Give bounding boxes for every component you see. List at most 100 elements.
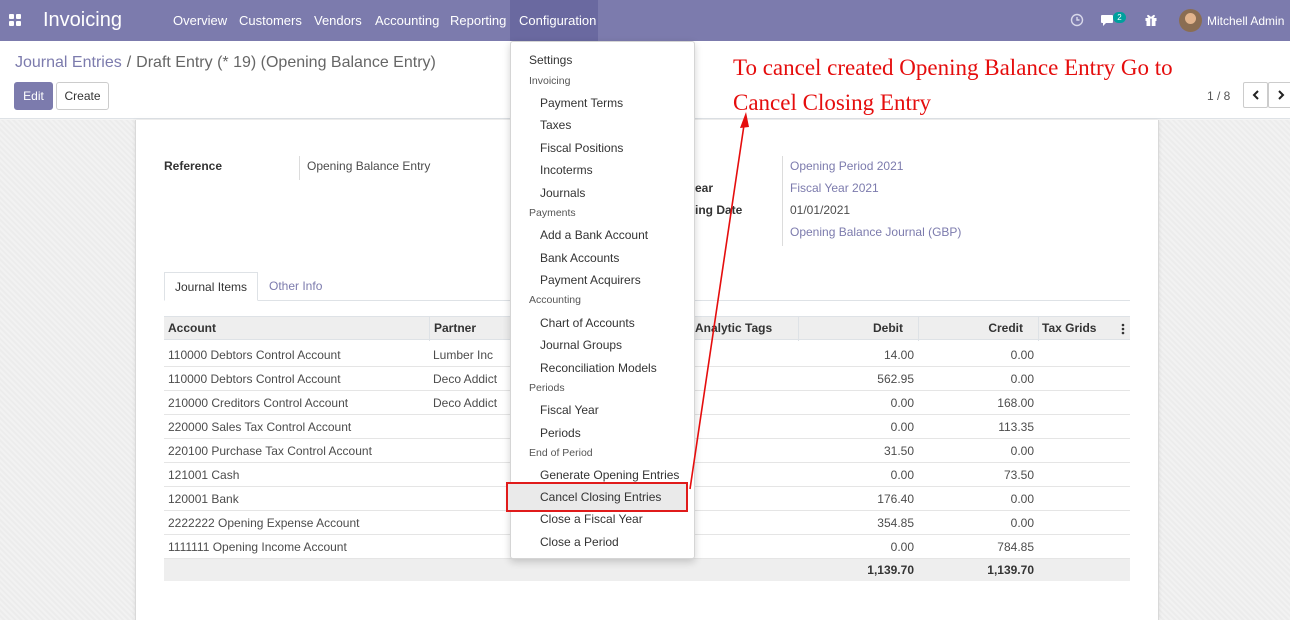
menu-payment-terms[interactable]: Payment Terms [511, 96, 694, 110]
section-invoicing: Invoicing [529, 75, 571, 87]
menu-cancel-closing-entries[interactable]: Cancel Closing Entries [511, 490, 694, 504]
menu-periods[interactable]: Periods [511, 426, 694, 440]
reference-label: Reference [164, 159, 223, 173]
fiscal-year-value[interactable]: Fiscal Year 2021 [790, 181, 879, 195]
menu-customers[interactable]: Customers [231, 0, 310, 41]
cell-partner: Lumber Inc [433, 348, 494, 362]
fiscal-year-label: ear [695, 181, 714, 195]
breadcrumb-separator: / [126, 54, 132, 71]
cell-debit: 14.00 [883, 348, 914, 362]
cell-account: 220100 Purchase Tax Control Account [168, 444, 372, 458]
menu-bank-accounts[interactable]: Bank Accounts [511, 251, 694, 265]
apps-grid-icon[interactable] [9, 14, 21, 26]
journal-value[interactable]: Opening Balance Journal (GBP) [790, 225, 961, 239]
cell-account: 1111111 Opening Income Account [168, 540, 347, 554]
gift-icon[interactable] [1144, 13, 1158, 27]
cell-debit: 31.50 [883, 444, 914, 458]
field-divider-right [782, 156, 783, 246]
tab-other-info[interactable]: Other Info [259, 272, 332, 301]
menu-fiscal-positions[interactable]: Fiscal Positions [511, 141, 694, 155]
breadcrumb: Journal Entries / Draft Entry (* 19) (Open… [15, 54, 436, 72]
cell-credit: 113.35 [998, 420, 1034, 434]
menu-payment-acquirers[interactable]: Payment Acquirers [511, 273, 694, 287]
edit-button[interactable]: Edit [14, 82, 53, 110]
cell-debit: 354.85 [877, 516, 914, 530]
menu-close-fiscal-year[interactable]: Close a Fiscal Year [511, 512, 694, 526]
total-credit: 1,139.70 [987, 563, 1034, 577]
menu-taxes[interactable]: Taxes [511, 118, 694, 132]
cell-debit: 0.00 [890, 420, 914, 434]
col-tax-grids[interactable]: Tax Grids [1042, 317, 1096, 341]
cell-debit: 0.00 [890, 468, 914, 482]
cell-account: 210000 Creditors Control Account [168, 396, 349, 410]
cell-credit: 0.00 [1010, 444, 1034, 458]
col-credit[interactable]: Credit [918, 317, 1023, 341]
cell-account: 110000 Debtors Control Account [168, 348, 341, 362]
period-value[interactable]: Opening Period 2021 [790, 159, 903, 173]
col-divider [1038, 317, 1039, 341]
col-debit[interactable]: Debit [798, 317, 903, 341]
cell-debit: 176.40 [877, 492, 914, 506]
menu-reporting[interactable]: Reporting [442, 0, 514, 41]
chevron-right-icon [1277, 90, 1284, 100]
cell-partner: Deco Addict [433, 396, 498, 410]
total-debit: 1,139.70 [867, 563, 914, 577]
cell-account: 2222222 Opening Expense Account [168, 516, 360, 530]
menu-overview[interactable]: Overview [165, 0, 235, 41]
section-payments: Payments [529, 207, 576, 219]
app-brand[interactable]: Invoicing [43, 9, 122, 32]
section-accounting: Accounting [529, 294, 581, 306]
cell-credit: 73.50 [1003, 468, 1034, 482]
cell-credit: 0.00 [1010, 372, 1034, 386]
cell-credit: 0.00 [1010, 516, 1034, 530]
col-analytic-tags[interactable]: Analytic Tags [695, 317, 772, 341]
clock-icon[interactable] [1070, 13, 1084, 27]
reference-value[interactable]: Opening Balance Entry [307, 159, 430, 173]
menu-add-bank-account[interactable]: Add a Bank Account [511, 228, 694, 242]
col-partner[interactable]: Partner [434, 317, 476, 341]
cell-credit: 0.00 [1010, 348, 1034, 362]
column-options-icon[interactable] [1121, 323, 1125, 335]
tab-journal-items[interactable]: Journal Items [164, 272, 259, 301]
breadcrumb-journal-entries[interactable]: Journal Entries [15, 54, 122, 71]
cell-account: 110000 Debtors Control Account [168, 372, 341, 386]
section-end-of-period: End of Period [529, 447, 593, 459]
menu-incoterms[interactable]: Incoterms [511, 163, 694, 177]
menu-journal-groups[interactable]: Journal Groups [511, 338, 694, 352]
menu-vendors[interactable]: Vendors [306, 0, 370, 41]
annotation-line-2: Cancel Closing Entry [733, 90, 932, 115]
opening-date-label: ing Date [695, 203, 743, 217]
menu-chart-of-accounts[interactable]: Chart of Accounts [511, 316, 694, 330]
table-totals: 1,139.70 1,139.70 [164, 559, 1130, 581]
menu-fiscal-year[interactable]: Fiscal Year [511, 403, 694, 417]
user-name[interactable]: Mitchell Admin [1207, 14, 1284, 28]
menu-close-period[interactable]: Close a Period [511, 535, 694, 549]
cell-credit: 168.00 [997, 396, 1034, 410]
cell-account: 220000 Sales Tax Control Account [168, 420, 352, 434]
annotation-text: To cancel created Opening Balance Entry … [733, 50, 1253, 120]
col-account[interactable]: Account [168, 317, 216, 341]
cell-partner: Deco Addict [433, 372, 498, 386]
user-avatar[interactable] [1179, 9, 1202, 32]
annotation-line-1: To cancel created Opening Balance Entry … [733, 55, 1173, 80]
pager-next-button[interactable] [1268, 82, 1290, 108]
menu-accounting[interactable]: Accounting [367, 0, 447, 41]
cell-debit: 0.00 [890, 396, 914, 410]
cell-credit: 0.00 [1010, 492, 1034, 506]
section-periods: Periods [529, 382, 565, 394]
breadcrumb-current: Draft Entry (* 19) (Opening Balance Entr… [136, 54, 436, 71]
menu-configuration[interactable]: Configuration [510, 0, 598, 41]
cell-debit: 0.00 [890, 540, 914, 554]
chat-badge: 2 [1113, 12, 1126, 23]
col-divider [429, 317, 430, 341]
create-button[interactable]: Create [56, 82, 109, 110]
cell-account: 121001 Cash [168, 468, 240, 482]
opening-date-value[interactable]: 01/01/2021 [790, 203, 850, 217]
menu-journals[interactable]: Journals [511, 186, 694, 200]
cell-account: 120001 Bank [168, 492, 239, 506]
menu-reconciliation-models[interactable]: Reconciliation Models [511, 361, 694, 375]
menu-generate-opening-entries[interactable]: Generate Opening Entries [511, 468, 694, 482]
top-navbar: Invoicing Overview Customers Vendors Acc… [0, 0, 1290, 41]
cell-credit: 784.85 [997, 540, 1034, 554]
menu-settings[interactable]: Settings [511, 53, 694, 67]
